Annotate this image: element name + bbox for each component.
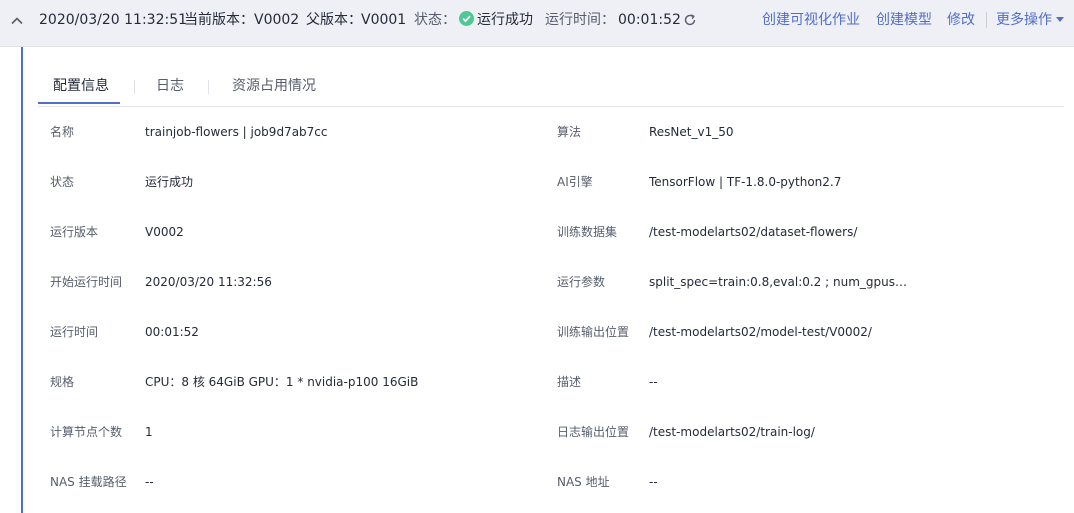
chevron-up-icon[interactable] [9, 13, 25, 29]
field-label: 日志输出位置 [557, 425, 630, 439]
field-value: V0002 [145, 225, 184, 239]
tab-logs[interactable]: 日志 [156, 77, 184, 95]
runtime-value: 00:01:52 [618, 12, 681, 28]
field-value: /test-modelarts02/dataset-flowers/ [649, 225, 858, 239]
field-label: NAS 挂载路径 [50, 475, 127, 489]
field-value: -- [649, 475, 658, 489]
modify-link[interactable]: 修改 [947, 11, 975, 29]
field-value: -- [649, 375, 658, 389]
parent-version-value: V0001 [361, 12, 407, 28]
field-label: NAS 地址 [557, 475, 610, 489]
field-value: CPU：8 核 64GiB GPU：1 * nvidia-p100 16GiB [145, 375, 419, 389]
field-value: -- [145, 475, 154, 489]
field-value: 2020/03/20 11:32:56 [145, 275, 272, 289]
detail-tabs: 配置信息 日志 资源占用情况 [38, 66, 1064, 107]
field-label: 名称 [50, 125, 75, 139]
tab-resource-usage[interactable]: 资源占用情况 [232, 77, 316, 95]
run-parameters-value: split_spec=train:0.8,eval:0.2 ; num_gpus… [649, 275, 915, 289]
field-label: 运行参数 [557, 275, 606, 289]
active-tab-indicator [38, 102, 120, 104]
current-version-label: 当前版本： [184, 12, 254, 28]
tab-divider [134, 80, 135, 94]
status-label: 状态： [414, 12, 456, 28]
actions-divider [986, 12, 987, 28]
create-visualization-job-link[interactable]: 创建可视化作业 [762, 11, 860, 29]
field-value: /test-modelarts02/model-test/V0002/ [649, 325, 872, 339]
field-value: trainjob-flowers | job9d7ab7cc [145, 125, 328, 139]
field-label: 算法 [557, 125, 582, 139]
field-label: 训练输出位置 [557, 325, 630, 339]
field-label: 规格 [50, 375, 75, 389]
field-value: 1 [145, 425, 153, 439]
expanded-indicator-bar [21, 47, 23, 513]
success-check-icon [459, 11, 474, 26]
field-label: AI引擎 [557, 175, 593, 189]
field-value: /test-modelarts02/train-log/ [649, 425, 815, 439]
field-label: 描述 [557, 375, 582, 389]
parent-version-label: 父版本： [306, 12, 362, 28]
field-label: 运行版本 [50, 225, 99, 239]
field-label: 开始运行时间 [50, 275, 123, 289]
runtime-label: 运行时间： [545, 12, 615, 28]
field-value: 运行成功 [145, 175, 194, 189]
version-datetime: 2020/03/20 11:32:51 [39, 12, 188, 28]
refresh-icon[interactable] [683, 12, 697, 26]
current-version-value: V0002 [254, 12, 300, 28]
field-label: 状态 [50, 175, 75, 189]
tab-config-info[interactable]: 配置信息 [53, 77, 109, 95]
status-value: 运行成功 [477, 12, 533, 28]
create-model-link[interactable]: 创建模型 [876, 11, 932, 29]
more-actions-dropdown[interactable]: 更多操作 [996, 11, 1052, 29]
field-label: 训练数据集 [557, 225, 618, 239]
field-value: TensorFlow | TF-1.8.0-python2.7 [649, 175, 842, 189]
field-value: 00:01:52 [145, 325, 199, 339]
job-version-header: 2020/03/20 11:32:51 当前版本： V0002 父版本： V00… [0, 0, 1074, 47]
tab-divider [208, 80, 209, 94]
caret-down-icon[interactable] [1056, 17, 1064, 22]
field-label: 运行时间 [50, 325, 99, 339]
field-value: ResNet_v1_50 [649, 125, 734, 139]
field-label: 计算节点个数 [50, 425, 123, 439]
